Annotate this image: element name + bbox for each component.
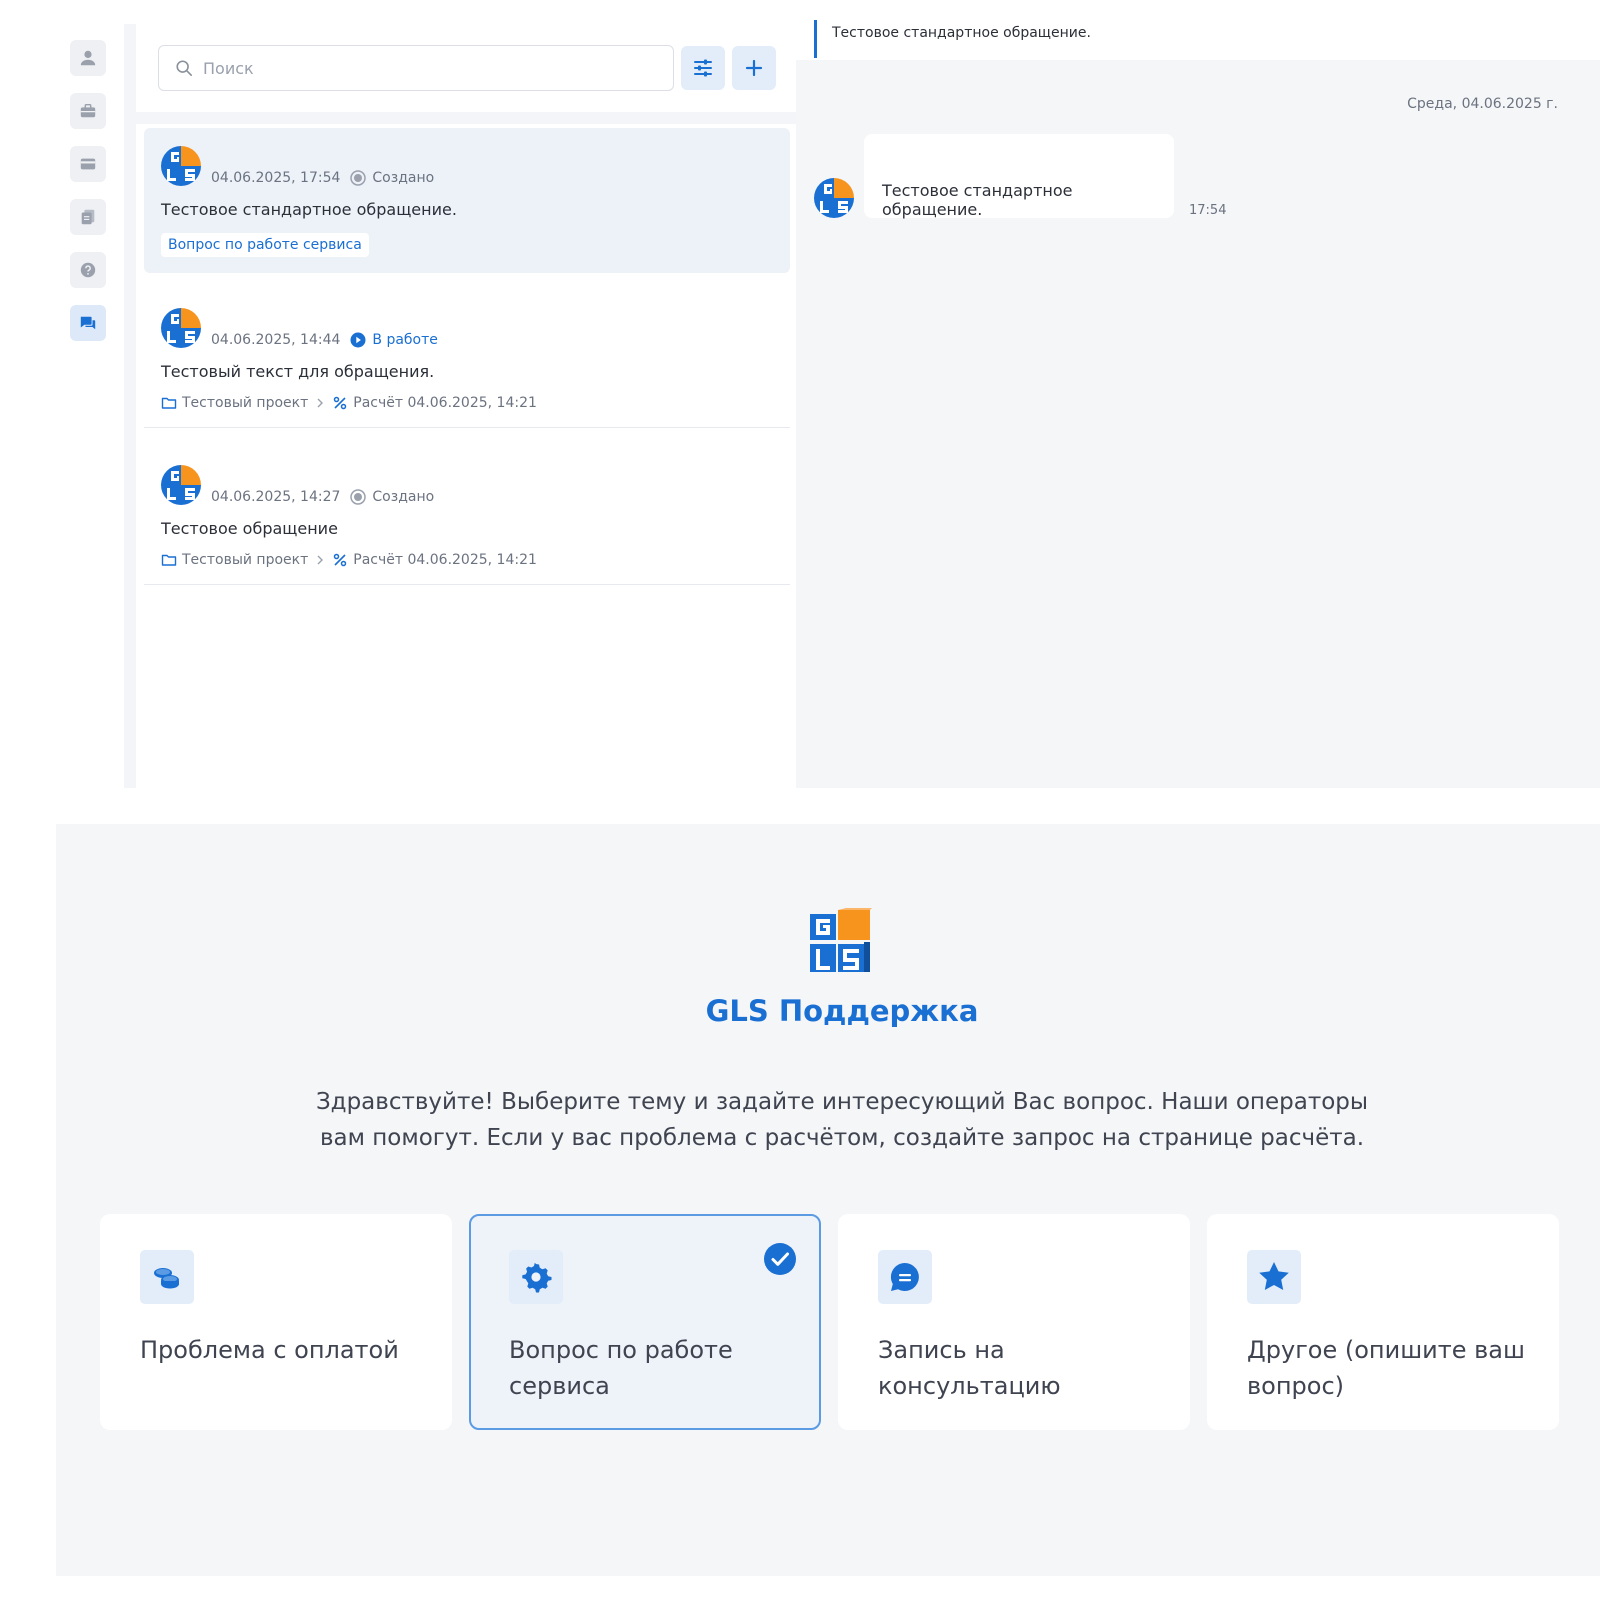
project-link[interactable]: Тестовый проект (182, 395, 308, 411)
sidebar-item-profile[interactable] (70, 40, 106, 76)
ticket-date: 04.06.2025, 14:44 (211, 332, 341, 348)
topic-icon-box (878, 1250, 932, 1304)
topic-label: Другое (опишите ваш вопрос) (1247, 1336, 1525, 1400)
ticket-title: Тестовое обращение (161, 519, 338, 538)
plus-icon (745, 59, 763, 77)
support-title: GLS Поддержка (705, 994, 979, 1028)
percent-icon (334, 396, 347, 410)
calculation-link[interactable]: Расчёт 04.06.2025, 14:21 (353, 395, 537, 411)
status-label: В работе (372, 332, 438, 348)
rail-divider (124, 24, 136, 788)
gls-logo-icon (161, 146, 201, 186)
support-welcome-screen: GLS Поддержка Здравствуйте! Выберите тем… (56, 824, 1600, 1576)
gls-logo-icon (161, 308, 201, 348)
status-label: Создано (372, 489, 435, 505)
new-ticket-button[interactable] (732, 46, 776, 90)
message-bubble: Тестовое стандартное обращение. (864, 134, 1174, 219)
row-divider (144, 584, 790, 585)
percent-icon (334, 553, 347, 567)
ticket-title: Тестовый текст для обращения. (161, 362, 435, 381)
topic-label: Запись на консультацию (878, 1336, 1061, 1400)
gls-brand-logo (810, 908, 872, 972)
documents-icon (81, 209, 95, 225)
search-box[interactable] (158, 45, 674, 91)
gls-logo-icon (814, 178, 854, 218)
ticket-header: 04.06.2025, 17:54 Создано (161, 144, 773, 186)
status-created-icon (350, 170, 367, 186)
list-gap (136, 112, 796, 124)
message-text: Тестовое стандартное обращение. (882, 181, 1073, 219)
status-badge: В работе (350, 332, 438, 348)
status-in-progress-icon (350, 332, 366, 348)
ticket-item[interactable]: 04.06.2025, 14:44 В работе Тестовый текс… (144, 290, 790, 428)
search-icon (176, 60, 193, 77)
quote-bar (814, 20, 817, 58)
search-input[interactable] (203, 58, 643, 78)
coins-icon (154, 1268, 179, 1289)
gear-icon (522, 1262, 552, 1293)
user-icon (80, 50, 96, 66)
status-created-icon (350, 489, 367, 505)
side-rail (70, 40, 110, 358)
gls-logo-icon (161, 465, 201, 505)
ticket-breadcrumb: Тестовый проект Расчёт 04.06.2025, 14:21 (161, 552, 773, 568)
ticket-breadcrumb: Тестовый проект Расчёт 04.06.2025, 14:21 (161, 395, 773, 411)
status-badge: Создано (350, 170, 434, 186)
intro-line: вам помогут. Если у вас проблема с расчё… (319, 1125, 1365, 1151)
ticket-title: Тестовое стандартное обращение. (161, 200, 457, 219)
topic-card-other[interactable]: Другое (опишите ваш вопрос) (1207, 1214, 1559, 1430)
star-icon (1259, 1262, 1289, 1290)
ticket-topic-tag: Вопрос по работе сервиса (161, 233, 369, 257)
briefcase-icon (80, 103, 96, 118)
sidebar-item-projects[interactable] (70, 93, 106, 129)
topic-label: Вопрос по работе сервиса (509, 1336, 733, 1400)
support-tickets-screen: 04.06.2025, 17:54 Создано Тестовое станд… (0, 0, 1600, 788)
sidebar-item-support[interactable] (70, 305, 106, 341)
status-label: Создано (372, 170, 435, 186)
topic-icon-box (140, 1250, 194, 1304)
chevron-right-icon (317, 555, 324, 565)
chat-day-label: Среда, 04.06.2025 г. (1407, 96, 1558, 112)
status-badge: Создано (350, 489, 434, 505)
tickets-panel: 04.06.2025, 17:54 Создано Тестовое станд… (136, 24, 796, 788)
topic-icon-box (1247, 1250, 1301, 1304)
project-link[interactable]: Тестовый проект (182, 552, 308, 568)
chat-icon (80, 316, 96, 330)
topic-card-service[interactable]: Вопрос по работе сервиса (469, 1214, 821, 1430)
sidebar-item-payments[interactable] (70, 146, 106, 182)
card-icon (80, 158, 96, 170)
quoted-text: Тестовое стандартное обращение. (832, 25, 1091, 41)
ticket-item[interactable]: 04.06.2025, 14:27 Создано Тестовое обращ… (144, 447, 790, 585)
check-circle-icon (764, 1243, 796, 1275)
folder-icon (161, 554, 177, 566)
sidebar-item-help[interactable] (70, 252, 106, 288)
message-icon (890, 1262, 919, 1291)
quoted-message: Тестовое стандартное обращение. (796, 0, 1600, 60)
topic-card-payment[interactable]: Проблема с оплатой (100, 1214, 452, 1430)
support-intro: Здравствуйте! Выберите тему и задайте ин… (292, 1084, 1392, 1156)
ticket-item[interactable]: 04.06.2025, 17:54 Создано Тестовое станд… (144, 128, 790, 273)
help-icon (80, 262, 96, 278)
topic-cards: Проблема с оплатой Вопрос по работе серв… (100, 1214, 1580, 1432)
row-divider (144, 427, 790, 428)
ticket-header: 04.06.2025, 14:44 В работе (161, 306, 773, 348)
ticket-date: 04.06.2025, 17:54 (211, 170, 341, 186)
folder-icon (161, 397, 177, 409)
sidebar-item-documents[interactable] (70, 199, 106, 235)
ticket-date: 04.06.2025, 14:27 (211, 489, 341, 505)
calculation-link[interactable]: Расчёт 04.06.2025, 14:21 (353, 552, 537, 568)
filter-button[interactable] (681, 46, 725, 90)
search-row (158, 45, 776, 91)
chat-panel: Тестовое стандартное обращение. Среда, 0… (796, 0, 1600, 788)
chevron-right-icon (317, 398, 324, 408)
topic-card-consultation[interactable]: Запись на консультацию (838, 1214, 1190, 1430)
intro-line: Здравствуйте! Выберите тему и задайте ин… (315, 1089, 1369, 1115)
ticket-header: 04.06.2025, 14:27 Создано (161, 463, 773, 505)
sliders-icon (694, 59, 712, 77)
topic-label: Проблема с оплатой (140, 1336, 399, 1364)
topic-icon-box (509, 1250, 563, 1304)
message-time: 17:54 (1189, 203, 1227, 218)
